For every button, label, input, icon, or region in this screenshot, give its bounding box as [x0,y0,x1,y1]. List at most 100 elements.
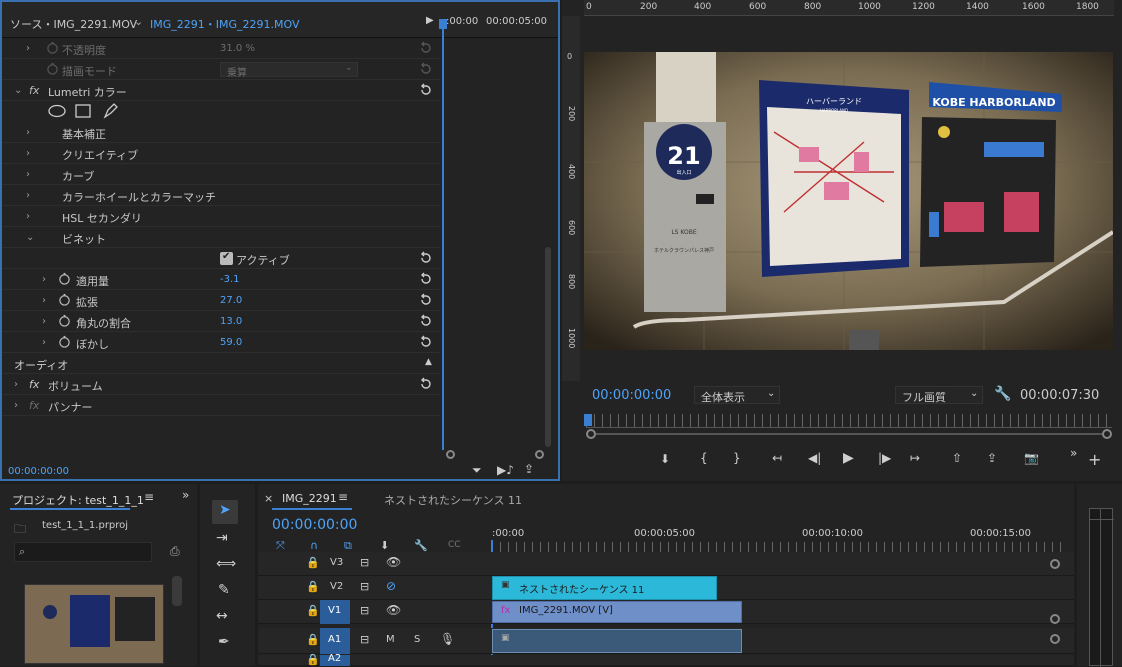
captions-icon[interactable]: CC [448,540,461,550]
source-patch-a2[interactable]: A2 [328,653,341,664]
snap-icon[interactable]: ∩ [310,539,318,552]
scrollbar[interactable] [172,576,182,606]
extract-icon[interactable]: ⇪ [987,451,997,465]
nested-sequence-clip[interactable]: ▣ ネストされたシーケンス 11 [492,576,717,600]
collapse-icon[interactable]: ▲ [425,357,432,367]
reset-icon[interactable] [419,377,433,391]
reset-icon[interactable] [419,41,433,55]
stopwatch-icon[interactable] [58,293,71,306]
slip-tool-icon[interactable]: ↔ [216,608,228,624]
eye-icon[interactable]: 👁 [386,603,401,617]
quality-dropdown[interactable]: フル画質 ⌄ [895,386,983,404]
video-frame[interactable]: 21 出入口 LS KOBE ホテルクラウンパレス神戸 ハーバーランド HARB… [584,52,1113,350]
scroll-handle[interactable] [1050,559,1060,569]
bin-icon[interactable]: ⎙ [170,544,180,559]
vignette-label[interactable]: ビネット [62,231,106,247]
wrench-icon[interactable]: 🔧 [994,386,1011,402]
hsl-secondary-label[interactable]: HSL セカンダリ [62,210,142,226]
marker-icon[interactable]: ⬇ [660,452,670,466]
source-patch-v1[interactable]: V1 [328,605,341,616]
camera-icon[interactable]: 📷 [1024,451,1039,465]
stopwatch-icon[interactable] [58,314,71,327]
volume-label[interactable]: ボリューム [48,378,103,394]
pen-tool-icon[interactable]: ✒ [218,634,230,650]
amount-value[interactable]: -3.1 [220,274,240,285]
scroll-handle[interactable] [1050,614,1060,624]
a1-clip[interactable]: ▣ [492,629,742,653]
scrollbar[interactable] [545,247,551,447]
active-checkbox[interactable]: ✔ [220,251,233,265]
linked-selection-icon[interactable]: ⧉ [344,539,352,553]
film-icon[interactable]: ⊟ [360,604,369,617]
reset-icon[interactable] [419,62,433,76]
search-input[interactable]: ⌕ [14,542,152,562]
timeline-timecode[interactable]: 00:00:00:00 [272,517,357,533]
midpoint-value[interactable]: 27.0 [220,295,242,306]
nested-sequence-tab[interactable]: ネストされたシーケンス 11 [384,492,522,508]
project-title[interactable]: プロジェクト: test_1_1_1 [12,492,144,508]
step-forward-icon[interactable]: |▶ [878,451,891,465]
track-select-tool-icon[interactable]: ⇥ [216,530,228,546]
reset-icon[interactable] [419,335,433,349]
selection-tool[interactable]: ➤ [212,500,238,524]
film-icon[interactable]: ⊟ [360,580,369,593]
mark-in-icon[interactable]: { [700,451,708,465]
lock-icon[interactable]: 🔒 [306,604,320,617]
creative-label[interactable]: クリエイティブ [62,147,138,163]
lock-icon[interactable]: 🔒 [306,653,320,666]
reset-icon[interactable] [419,83,433,97]
lock-icon[interactable]: 🔒 [306,556,320,569]
nest-icon[interactable]: ⤧ [276,539,285,553]
menu-icon[interactable]: ≡ [144,490,154,504]
feather-value[interactable]: 59.0 [220,337,242,348]
more-icon[interactable]: » [1070,446,1077,460]
clip-thumbnail[interactable] [24,584,164,664]
step-back-icon[interactable]: ◀| [808,451,821,465]
scroll-handle[interactable] [1050,634,1060,644]
film-icon[interactable]: ⊟ [360,556,369,569]
close-icon[interactable]: × [264,492,273,505]
timeline-ruler[interactable] [492,542,1062,552]
lock-icon[interactable]: 🔒 [306,580,320,593]
rectangle-mask-icon[interactable] [75,104,91,118]
solo-button[interactable]: S [414,634,420,645]
reset-icon[interactable] [419,251,433,265]
mark-out-icon[interactable]: } [733,451,741,465]
basic-correction-label[interactable]: 基本補正 [62,126,106,142]
sequence-tab[interactable]: IMG_2291 [282,492,337,505]
chevron-down-icon[interactable]: ⌄ [134,15,143,28]
ripple-edit-tool-icon[interactable]: ⟺ [216,556,236,572]
audio-play-icon[interactable]: ▶♪ [497,463,514,477]
program-timeline-ruler[interactable] [586,414,1112,428]
playhead-line[interactable] [442,20,444,450]
curves-label[interactable]: カーブ [62,168,94,184]
opacity-value[interactable]: 31.0 % [220,43,255,54]
zoom-scrollbar[interactable] [442,450,544,460]
stopwatch-icon[interactable] [58,335,71,348]
go-to-in-icon[interactable]: ↤ [772,451,782,465]
export-icon[interactable]: ⇪ [524,462,534,476]
mute-button[interactable]: M [386,634,395,645]
play-icon[interactable]: ▶ [843,450,854,466]
wrench-icon[interactable]: 🔧 [414,539,428,552]
blend-mode-select[interactable]: 乗算 ⌄ [220,62,358,79]
pen-mask-icon[interactable] [102,102,118,119]
go-to-out-icon[interactable]: ↦ [910,451,920,465]
eye-icon[interactable]: 👁 [386,555,401,569]
program-timecode[interactable]: 00:00:00:00 [592,388,671,403]
add-marker-icon[interactable]: ⬇ [380,539,389,552]
eye-hidden-icon[interactable]: ⊘ [386,579,396,593]
v1-clip[interactable]: fx IMG_2291.MOV [V] [492,601,742,623]
expand-icon[interactable]: » [182,488,189,502]
panner-label[interactable]: パンナー [48,399,93,415]
fx-icon[interactable]: fx [29,399,39,412]
lift-icon[interactable]: ⇧ [952,451,962,465]
fx-icon[interactable]: fx [29,84,39,97]
play-triangle-icon[interactable]: ▶ [426,15,434,26]
stopwatch-icon[interactable] [46,62,59,75]
reset-icon[interactable] [419,314,433,328]
color-wheels-label[interactable]: カラーホイールとカラーマッチ [62,189,216,205]
reset-icon[interactable] [419,293,433,307]
fx-icon[interactable]: fx [29,378,39,391]
roundness-value[interactable]: 13.0 [220,316,242,327]
